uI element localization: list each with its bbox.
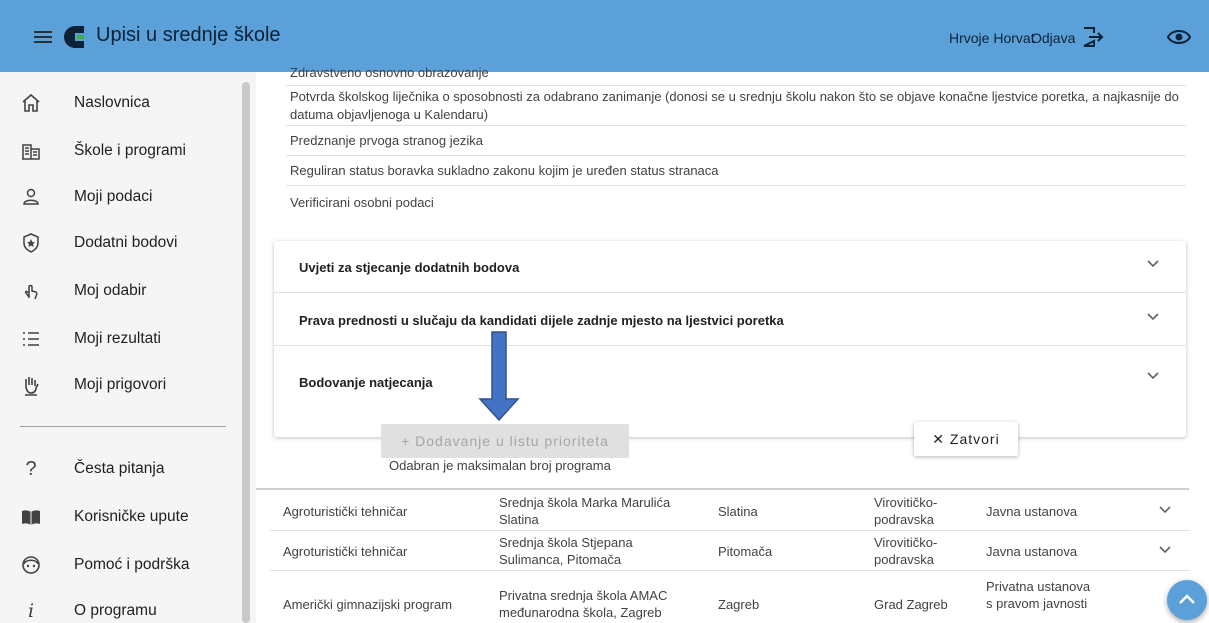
eye-icon[interactable] — [1167, 27, 1191, 47]
app-title: Upisi u srednje škole — [96, 24, 281, 46]
sidebar: Naslovnica Škole i programi Moji podaci … — [0, 72, 256, 623]
sidebar-item-label: Moji rezultati — [74, 330, 161, 347]
accordion-item-uvjeti[interactable]: Uvjeti za stjecanje dodatnih bodova — [274, 241, 1186, 293]
list-icon — [23, 332, 39, 346]
sidebar-item-cesta-pitanja[interactable]: ? Česta pitanja — [0, 446, 240, 492]
county-cell: Virovitičko-podravska — [874, 535, 938, 567]
sidebar-item-naslovnica[interactable]: Naslovnica — [0, 80, 240, 126]
logo-icon — [64, 26, 84, 48]
table-row[interactable]: Agroturistički tehničar Srednja škola St… — [270, 531, 1190, 571]
sidebar-item-korisnicke-upute[interactable]: Korisničke upute — [0, 494, 240, 540]
school-cell: Srednja škola Marka Marulića Slatina — [499, 495, 671, 527]
star-shield-icon — [23, 233, 39, 253]
sidebar-item-label: Moji prigovori — [74, 376, 167, 393]
user-name[interactable]: Hrvoje Horvat — [949, 30, 1035, 46]
sidebar-item-moji-podaci[interactable]: Moji podaci — [0, 174, 240, 220]
down-arrow-annotation — [478, 331, 520, 421]
logout-icon[interactable] — [1081, 26, 1105, 48]
building-icon — [22, 144, 40, 160]
chevron-up-icon — [1179, 594, 1195, 604]
sidebar-item-label: Korisničke upute — [74, 508, 189, 525]
chevron-down-icon — [1147, 313, 1159, 321]
menu-icon[interactable] — [34, 31, 52, 43]
person-icon — [23, 188, 39, 205]
accordion-label: Prava prednosti u slučaju da kandidati d… — [299, 313, 784, 328]
sidebar-item-label: Škole i programi — [74, 142, 186, 159]
max-programs-message: Odabran je maksimalan broj programa — [389, 458, 611, 473]
county-cell: Grad Zagreb — [874, 597, 948, 612]
accordion-item-prava-prednosti[interactable]: Prava prednosti u slučaju da kandidati d… — [274, 294, 1186, 346]
program-cell: Agroturistički tehničar — [283, 504, 408, 519]
sidebar-item-moji-prigovori[interactable]: Moji prigovori — [0, 362, 240, 408]
sidebar-item-dodatni-bodovi[interactable]: Dodatni bodovi — [0, 220, 240, 266]
support-icon — [22, 556, 40, 574]
chevron-down-icon — [1147, 372, 1159, 380]
question-icon: ? — [25, 458, 37, 480]
sidebar-item-label: Dodatni bodovi — [74, 234, 178, 251]
table-row[interactable]: Agroturistički tehničar Srednja škola Ma… — [270, 491, 1190, 531]
sidebar-divider — [20, 426, 226, 427]
table-row[interactable]: Američki gimnazijski program Privatna sr… — [270, 572, 1190, 623]
requirement-item: Verificirani osobni podaci — [290, 195, 434, 210]
sidebar-item-o-programu[interactable]: i O programu — [0, 588, 240, 623]
sidebar-item-moji-rezultati[interactable]: Moji rezultati — [0, 316, 240, 362]
program-cell: Američki gimnazijski program — [283, 597, 453, 612]
requirement-item: Zdravstveno osnovno obrazovanje — [286, 60, 1186, 86]
sidebar-item-moj-odabir[interactable]: Moj odabir — [0, 268, 240, 314]
program-cell: Agroturistički tehničar — [283, 544, 408, 559]
accordion-panel: Uvjeti za stjecanje dodatnih bodova Prav… — [274, 241, 1186, 437]
tap-hand-icon — [24, 284, 38, 300]
city-cell: Slatina — [718, 504, 758, 519]
requirement-item: Potvrda školskog liječnika o sposobnosti… — [286, 86, 1186, 126]
school-cell: Privatna srednja škola AMAC međunarodna … — [499, 588, 668, 620]
sidebar-item-label: O programu — [74, 602, 157, 619]
raised-hand-icon — [25, 377, 39, 396]
scroll-to-top-button[interactable] — [1167, 580, 1207, 620]
close-button[interactable]: ✕ Zatvori — [914, 422, 1018, 456]
chevron-down-icon[interactable] — [1158, 505, 1172, 515]
type-cell: Privatna ustanova s pravom javnosti — [986, 579, 1091, 611]
sidebar-item-label: Naslovnica — [74, 94, 150, 111]
city-cell: Zagreb — [718, 597, 760, 612]
chevron-down-icon — [1147, 260, 1159, 268]
sidebar-item-label: Moji podaci — [74, 188, 153, 205]
add-to-priority-list-button[interactable]: + Dodavanje u listu prioriteta — [381, 424, 629, 458]
county-cell: Virovitičko-podravska — [874, 495, 938, 527]
sidebar-item-label: Moj odabir — [74, 282, 147, 299]
requirement-item: Predznanje prvoga stranog jezika — [286, 128, 1186, 156]
logout-link[interactable]: Odjava — [1031, 30, 1075, 46]
sidebar-scrollbar[interactable] — [242, 82, 250, 623]
home-icon — [22, 93, 40, 112]
type-cell: Javna ustanova — [986, 544, 1078, 559]
type-cell: Javna ustanova — [986, 504, 1078, 519]
accordion-label: Bodovanje natjecanja — [299, 375, 433, 390]
info-icon: i — [27, 600, 35, 622]
requirement-item: Reguliran status boravka sukladno zakonu… — [286, 158, 1186, 186]
book-icon — [22, 510, 40, 525]
city-cell: Pitomača — [718, 544, 773, 559]
sidebar-item-label: Pomoć i podrška — [74, 556, 190, 573]
sidebar-item-skole-i-programi[interactable]: Škole i programi — [0, 128, 240, 174]
dialog-bottom-edge — [256, 488, 1189, 490]
school-cell: Srednja škola Stjepana Sulimanca, Pitoma… — [499, 535, 633, 567]
chevron-down-icon[interactable] — [1158, 545, 1172, 555]
sidebar-item-label: Česta pitanja — [74, 460, 165, 477]
sidebar-item-pomoc-i-podrska[interactable]: Pomoć i podrška — [0, 542, 240, 588]
accordion-label: Uvjeti za stjecanje dodatnih bodova — [299, 260, 520, 275]
